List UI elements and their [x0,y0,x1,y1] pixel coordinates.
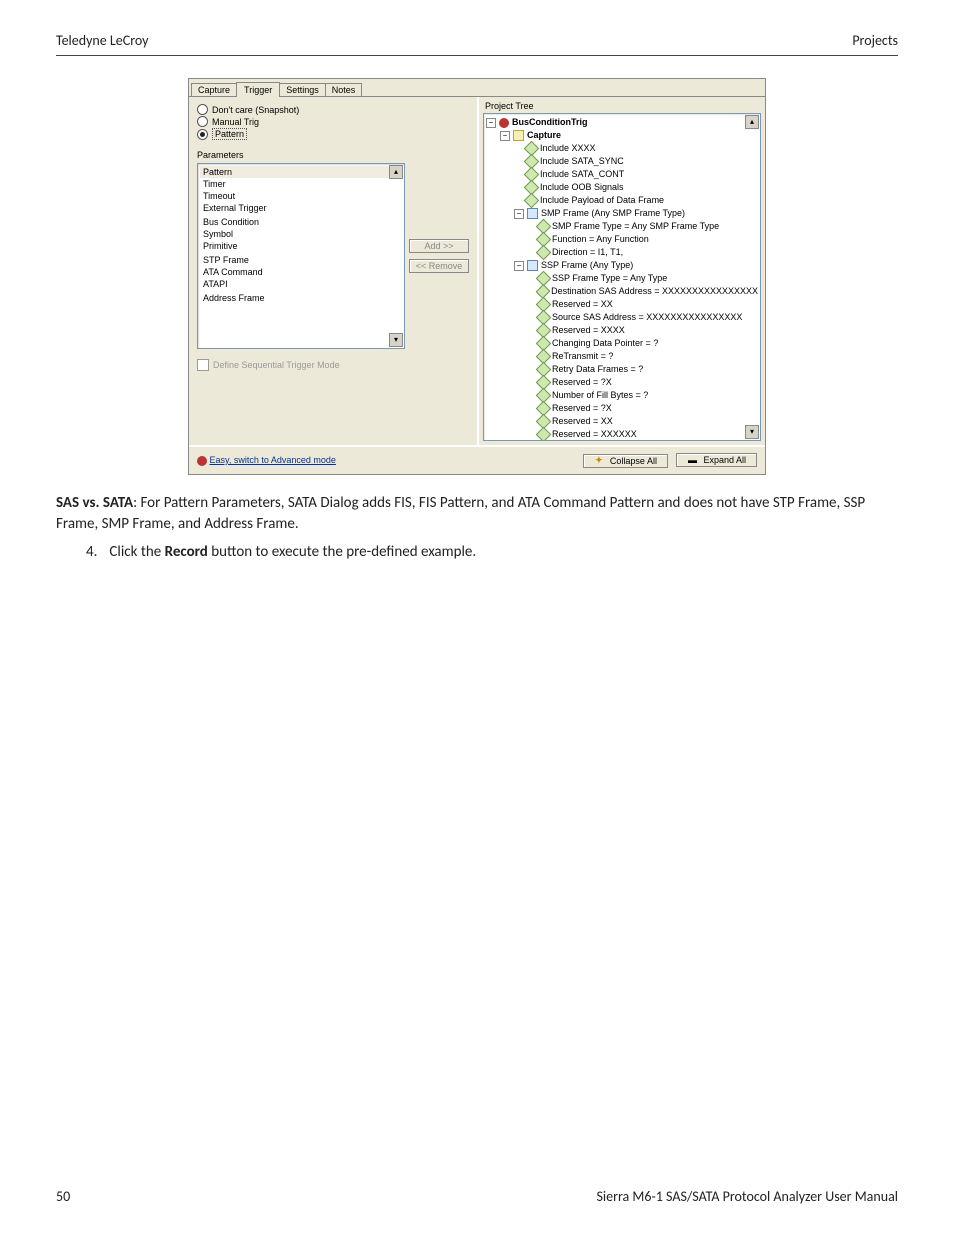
parameters-listbox[interactable]: ▴ Pattern Timer Timeout External Trigger… [197,163,405,349]
sequential-trigger-label: Define Sequential Trigger Mode [213,360,340,370]
tree-item[interactable]: ReTransmit = ? [552,350,613,363]
parameters-label: Parameters [197,150,469,160]
collapse-icon[interactable]: − [514,209,524,219]
remove-button[interactable]: << Remove [409,259,469,273]
tree-item[interactable]: Include Payload of Data Frame [540,194,664,207]
collapse-all-button[interactable]: ✦Collapse All [583,454,668,468]
list-item[interactable]: Timeout [200,190,402,202]
trigger-options-panel: Don't care (Snapshot) Manual Trig Patter… [189,97,477,445]
manual-title: Sierra M6-1 SAS/SATA Protocol Analyzer U… [596,1188,898,1205]
list-item[interactable]: Address Frame [200,292,402,304]
radio-icon [197,129,208,140]
collapse-icon[interactable]: − [514,261,524,271]
list-item[interactable]: ATAPI [200,278,402,290]
tree-item[interactable]: Reserved = XX [552,415,613,428]
tree-item[interactable]: Include OOB Signals [540,181,624,194]
tree-item[interactable]: Reserved = ?X [552,402,612,415]
scroll-down-icon[interactable]: ▾ [745,425,759,439]
collapse-icon[interactable]: − [486,118,496,128]
sequential-trigger-checkbox: Define Sequential Trigger Mode [197,359,469,371]
radio-manual[interactable]: Manual Trig [197,116,469,127]
list-item[interactable]: Timer [200,178,402,190]
tree-item[interactable]: Source SAS Address = XXXXXXXXXXXXXXXX [552,311,742,324]
radio-manual-label: Manual Trig [212,117,259,127]
property-icon [536,245,552,261]
tree-item[interactable]: Retry Data Frames = ? [552,363,643,376]
frame-icon [527,208,538,219]
tree-item[interactable]: Reserved = XX [552,298,613,311]
expand-all-icon: ▬ [687,455,697,465]
radio-icon [197,116,208,127]
screenshot-dialog: Capture Trigger Settings Notes Don't car… [188,78,766,475]
tree-ssp[interactable]: SSP Frame (Any Type) [541,259,633,272]
scroll-up-icon[interactable]: ▴ [745,115,759,129]
radio-dontcare-label: Don't care (Snapshot) [212,105,299,115]
checkbox-icon [197,359,209,371]
body-paragraph: SAS vs. SATA: For Pattern Parameters, SA… [56,493,898,535]
tree-item[interactable]: Function = Any Function [552,233,649,246]
radio-icon [197,104,208,115]
list-number: 4. [86,543,97,561]
body-text-span: : For Pattern Parameters, SATA Dialog ad… [56,494,865,533]
list-text: Click the Record button to execute the p… [109,543,476,561]
tree-item[interactable]: Include SATA_SYNC [540,155,624,168]
capture-icon [513,130,524,141]
project-tree-label: Project Tree [485,101,761,111]
tree-item[interactable]: Include XXXX [540,142,596,155]
radio-dontcare[interactable]: Don't care (Snapshot) [197,104,469,115]
body-strong: SAS vs. SATA [56,494,133,512]
project-tree[interactable]: ▴ −BusConditionTrig −Capture Include XXX… [483,113,761,441]
tab-settings[interactable]: Settings [279,83,326,96]
frame-icon [527,260,538,271]
collapse-all-icon: ✦ [594,456,604,466]
tree-item[interactable]: Destination SAS Address = XXXXXXXXXXXXXX… [551,285,758,298]
scroll-down-icon[interactable]: ▾ [389,333,403,347]
tab-notes[interactable]: Notes [325,83,363,96]
tree-item[interactable]: Include SATA_CONT [540,168,624,181]
mode-switch-icon [197,456,207,466]
tree-root[interactable]: BusConditionTrig [512,116,588,129]
add-button[interactable]: Add >> [409,239,469,253]
property-icon [524,193,540,209]
page-footer: 50 Sierra M6-1 SAS/SATA Protocol Analyze… [56,1188,898,1205]
list-item[interactable]: Bus Condition [200,216,402,228]
switch-advanced-link[interactable]: Easy, switch to Advanced mode [210,455,336,465]
list-text-c: button to execute the pre-defined exampl… [208,543,476,561]
tree-item[interactable]: Changing Data Pointer = ? [552,337,658,350]
header-section: Projects [852,32,898,49]
tree-item[interactable]: Number of Fill Bytes = ? [552,389,648,402]
radio-pattern-label: Pattern [212,128,247,140]
list-text-a: Click the [109,543,164,561]
list-item[interactable]: Primitive [200,240,402,252]
header-rule [56,55,898,56]
ordered-list-item: 4. Click the Record button to execute th… [86,543,898,561]
tab-capture[interactable]: Capture [191,83,237,96]
list-text-bold: Record [165,543,208,561]
tree-capture[interactable]: Capture [527,129,561,142]
tab-strip: Capture Trigger Settings Notes [189,79,765,96]
move-button-column: Add >> << Remove [409,163,469,349]
tree-item[interactable]: Reserved = ?X [552,376,612,389]
tree-item[interactable]: SMP Frame Type = Any SMP Frame Type [552,220,719,233]
list-item[interactable]: Symbol [200,228,402,240]
tree-item[interactable]: Reserved = XXXX [552,324,625,337]
collapse-icon[interactable]: − [500,131,510,141]
list-item[interactable]: Pattern [200,166,402,178]
tab-trigger[interactable]: Trigger [236,82,280,97]
scroll-up-icon[interactable]: ▴ [389,165,403,179]
list-item[interactable]: STP Frame [200,254,402,266]
trigger-icon [499,118,509,128]
dialog-footer: Easy, switch to Advanced mode ✦Collapse … [189,445,765,474]
project-tree-panel: Project Tree ▴ −BusConditionTrig −Captur… [477,97,765,445]
header-company: Teledyne LeCroy [56,32,149,49]
tree-item[interactable]: SSP Frame Type = Any Type [552,272,667,285]
expand-all-button[interactable]: ▬Expand All [676,453,757,467]
radio-pattern[interactable]: Pattern [197,128,469,140]
tree-item[interactable]: Direction = I1, T1, [552,246,623,259]
tree-item[interactable]: Reserved = XXXXXX [552,428,637,441]
list-item[interactable]: External Trigger [200,202,402,214]
tree-smp[interactable]: SMP Frame (Any SMP Frame Type) [541,207,685,220]
page-number: 50 [56,1188,70,1205]
list-item[interactable]: ATA Command [200,266,402,278]
